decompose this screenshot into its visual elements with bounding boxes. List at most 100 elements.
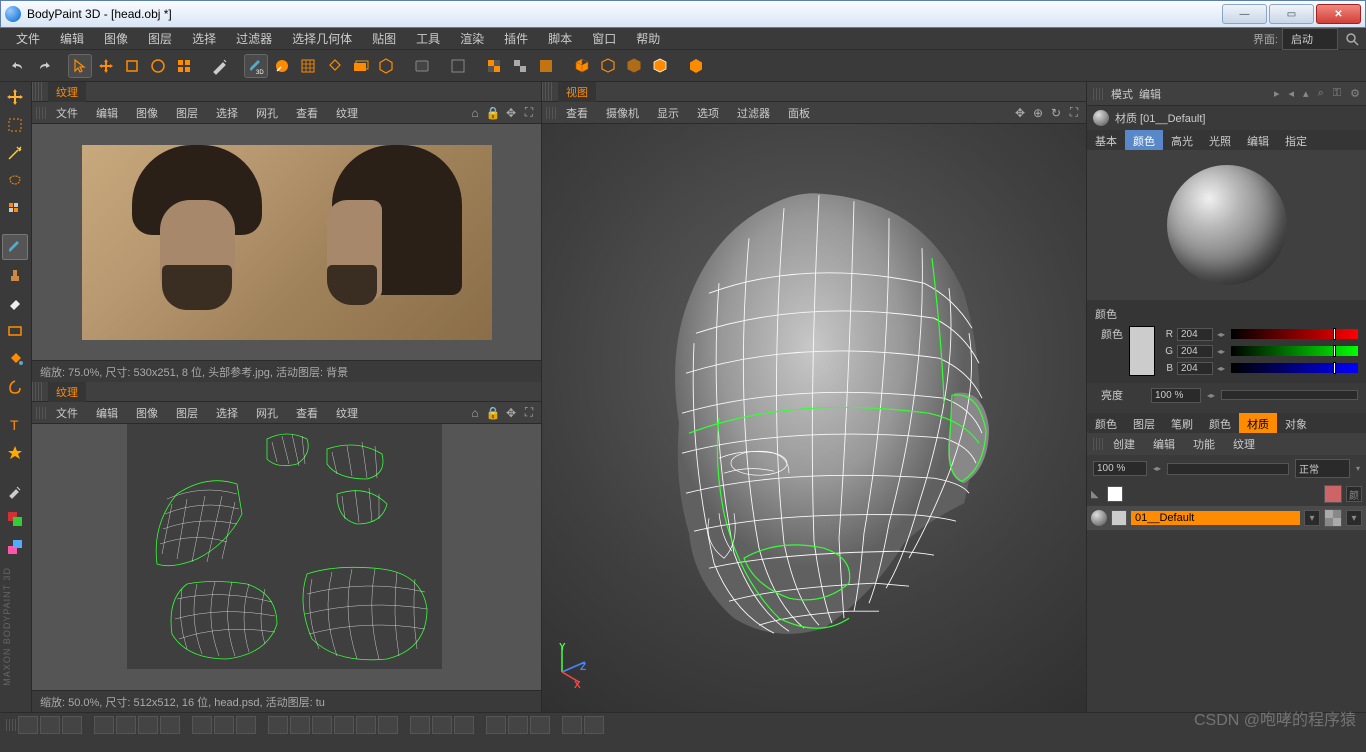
hex-solo[interactable] (684, 54, 708, 78)
mode-prev-icon[interactable]: ▸ (1274, 87, 1280, 100)
opacity-slider[interactable] (1167, 463, 1289, 475)
lm-func[interactable]: 功能 (1185, 434, 1223, 454)
bb-24[interactable] (584, 716, 604, 734)
t1-menu-view[interactable]: 查看 (288, 103, 326, 123)
t2-menu-layer[interactable]: 图层 (168, 403, 206, 423)
tool-lasso[interactable] (2, 168, 28, 194)
lt-layer[interactable]: 图层 (1125, 413, 1163, 433)
checker-3[interactable] (534, 54, 558, 78)
lm-texture[interactable]: 纹理 (1225, 434, 1263, 454)
tool-gradient[interactable] (2, 374, 28, 400)
menu-help[interactable]: 帮助 (626, 27, 670, 50)
scale-tool[interactable] (120, 54, 144, 78)
viewport-canvas[interactable]: Y Z X (542, 124, 1086, 712)
t2-home-icon[interactable]: ⌂ (467, 405, 483, 421)
mat-tab-assign[interactable]: 指定 (1277, 130, 1315, 150)
opacity-value[interactable]: 100 % (1093, 461, 1147, 476)
layer-tool[interactable] (348, 54, 372, 78)
tool-wand[interactable] (2, 140, 28, 166)
move-tool[interactable] (94, 54, 118, 78)
cube-2[interactable] (596, 54, 620, 78)
select-tool[interactable] (68, 54, 92, 78)
layer-expand-icon[interactable]: 颜 (1346, 486, 1362, 502)
layer-row[interactable]: ◣ 颜 (1087, 482, 1366, 506)
t1-menu-layer[interactable]: 图层 (168, 103, 206, 123)
brightness-spinner[interactable]: ◂▸ (1207, 391, 1215, 400)
t1-menu-file[interactable]: 文件 (48, 103, 86, 123)
b-spinner[interactable]: ◂▸ (1217, 364, 1227, 373)
menu-edit[interactable]: 编辑 (50, 27, 94, 50)
vp-fit-icon[interactable]: ⛶ (1066, 105, 1082, 121)
visibility-icon[interactable]: ◣ (1091, 489, 1103, 500)
brush-3d-tool[interactable]: 3D (244, 54, 268, 78)
bb-12[interactable] (290, 716, 310, 734)
search-icon[interactable] (1344, 31, 1360, 47)
tool-text[interactable]: T (2, 412, 28, 438)
b-slider[interactable] (1231, 363, 1358, 373)
r-spinner[interactable]: ◂▸ (1217, 330, 1227, 339)
g-spinner[interactable]: ◂▸ (1217, 347, 1227, 356)
render-button[interactable] (410, 54, 434, 78)
t2-menu-edit[interactable]: 编辑 (88, 403, 126, 423)
t1-menu-texture[interactable]: 纹理 (328, 103, 366, 123)
axis-tool[interactable] (172, 54, 196, 78)
menu-filter[interactable]: 过滤器 (226, 27, 282, 50)
layer-opts-icon[interactable]: ▾ (1346, 510, 1362, 526)
mat-tab-specular[interactable]: 高光 (1163, 130, 1201, 150)
layer-thumb[interactable] (1324, 509, 1342, 527)
bb-21[interactable] (508, 716, 528, 734)
bb-17[interactable] (410, 716, 430, 734)
menu-texture[interactable]: 贴图 (362, 27, 406, 50)
maximize-button[interactable]: ▭ (1269, 4, 1314, 24)
mat-tab-edit[interactable]: 编辑 (1239, 130, 1277, 150)
layer-swatch[interactable] (1107, 486, 1123, 502)
mat-tab-illum[interactable]: 光照 (1201, 130, 1239, 150)
bb-7[interactable] (160, 716, 180, 734)
menu-select-geo[interactable]: 选择几何体 (282, 27, 362, 50)
bb-3[interactable] (62, 716, 82, 734)
close-button[interactable]: ✕ (1316, 4, 1361, 24)
menu-select[interactable]: 选择 (182, 27, 226, 50)
vp-menu-camera[interactable]: 摄像机 (598, 103, 647, 123)
bb-5[interactable] (116, 716, 136, 734)
mode-lock-icon[interactable]: ⚿ (1333, 87, 1341, 100)
texture2-tab[interactable]: 纹理 (48, 382, 86, 402)
mode-search-icon[interactable]: ⌕ (1318, 87, 1324, 100)
r-slider[interactable] (1231, 329, 1358, 339)
undo-button[interactable] (6, 54, 30, 78)
mat-tab-basic[interactable]: 基本 (1087, 130, 1125, 150)
bb-9[interactable] (214, 716, 234, 734)
texture2-canvas[interactable] (32, 424, 541, 690)
fill-tool[interactable] (322, 54, 346, 78)
vp-menu-display[interactable]: 显示 (649, 103, 687, 123)
hex-tool[interactable] (374, 54, 398, 78)
b-value[interactable]: 204 (1177, 362, 1213, 375)
cube-1[interactable] (570, 54, 594, 78)
tool-eyedropper[interactable] (2, 478, 28, 504)
menu-plugins[interactable]: 插件 (494, 27, 538, 50)
mode-up-icon[interactable]: ▴ (1303, 87, 1309, 100)
shading-1[interactable] (446, 54, 470, 78)
bb-13[interactable] (312, 716, 332, 734)
viewport-tab[interactable]: 视图 (558, 82, 596, 102)
tool-color-swap[interactable] (2, 506, 28, 532)
menu-file[interactable]: 文件 (6, 27, 50, 50)
texture1-tab[interactable]: 纹理 (48, 82, 86, 102)
cube-4[interactable] (648, 54, 672, 78)
t2-menu-view[interactable]: 查看 (288, 403, 326, 423)
tool-rect[interactable] (2, 318, 28, 344)
menu-image[interactable]: 图像 (94, 27, 138, 50)
layer-thumb[interactable] (1324, 485, 1342, 503)
t2-menu-file[interactable]: 文件 (48, 403, 86, 423)
lt-object[interactable]: 对象 (1277, 413, 1315, 433)
t1-nav-icon[interactable]: ✥ (503, 105, 519, 121)
rotate-tool[interactable] (146, 54, 170, 78)
blend-dropdown-icon[interactable]: ▾ (1356, 464, 1360, 473)
bb-11[interactable] (268, 716, 288, 734)
cube-3[interactable] (622, 54, 646, 78)
menu-window[interactable]: 窗口 (582, 27, 626, 50)
menu-tools[interactable]: 工具 (406, 27, 450, 50)
lm-create[interactable]: 创建 (1105, 434, 1143, 454)
vp-menu-filter[interactable]: 过滤器 (729, 103, 778, 123)
tool-grid[interactable] (2, 196, 28, 222)
